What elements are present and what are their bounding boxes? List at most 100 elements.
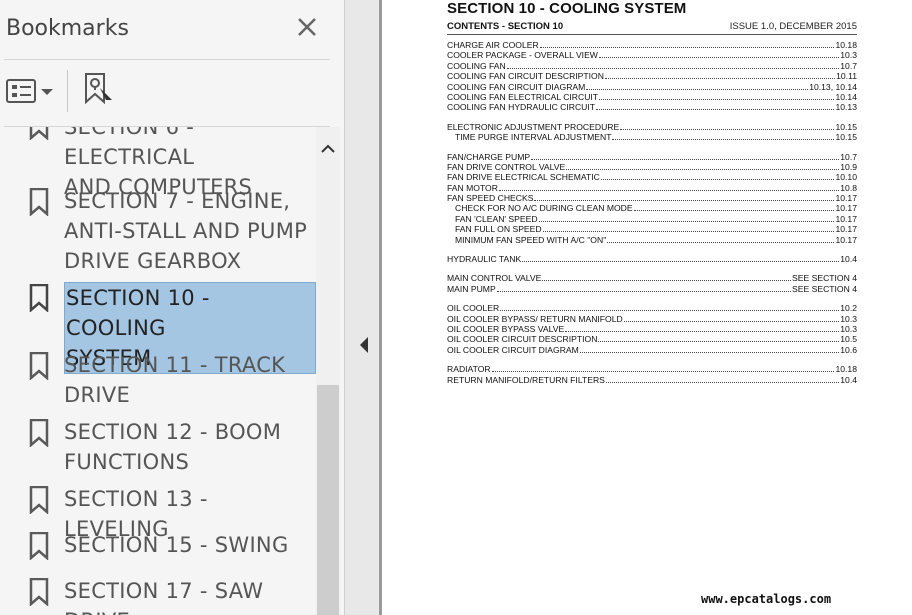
toc-leader-dots [496, 290, 792, 292]
toc-entry-page: 10.17 [835, 224, 857, 235]
toc-group-gap [447, 294, 857, 303]
bookmark-item[interactable]: SECTION 12 - BOOM FUNCTIONS [0, 417, 316, 479]
bookmark-icon [29, 419, 49, 447]
bookmark-scrollbar[interactable] [316, 127, 340, 615]
toc-entry-title: MAIN CONTROL VALVE [447, 273, 542, 284]
new-bookmark-icon [85, 73, 112, 106]
toc-leader-dots [566, 168, 840, 170]
toc-entry-page: 10.4 [840, 374, 857, 385]
chevron-up-icon [321, 144, 335, 153]
new-bookmark-button[interactable] [82, 72, 118, 108]
toc-entry-page: 10.14 [835, 91, 857, 102]
bookmark-list: SECTION 6 - ELECTRICAL AND COMPUTERS SEC… [0, 127, 316, 615]
toc-leader-dots [531, 158, 840, 160]
bookmark-item-selected[interactable]: SECTION 10 - COOLING SYSTEM [0, 282, 316, 374]
toc-entry-title: TIME PURGE INTERVAL ADJUSTMENT [455, 132, 612, 143]
toc-entry-page: 10.2 [840, 303, 857, 314]
bookmark-icon [29, 127, 49, 140]
bookmark-item[interactable]: SECTION 17 - SAW DRIVE [0, 576, 316, 615]
scroll-thumb[interactable] [317, 385, 339, 615]
document-page: SECTION 10 - COOLING SYSTEM CONTENTS - S… [383, 0, 912, 615]
toc-entry-page: 10.9 [840, 161, 857, 172]
toc-entry-title: COOLING FAN [447, 60, 506, 71]
toc-leader-dots [539, 46, 835, 48]
bookmark-label: SECTION 12 - BOOM FUNCTIONS [64, 420, 282, 474]
toc-entry-title: OIL COOLER CIRCUIT DIAGRAM [447, 344, 579, 355]
toc-leader-dots [579, 351, 840, 353]
toc-entry-page: SEE SECTION 4 [792, 273, 857, 284]
bookmark-label: SECTION 17 - SAW DRIVE [64, 579, 264, 615]
toc-leader-dots [607, 241, 835, 243]
bookmark-icon [29, 284, 49, 312]
toc-entry-page: 10.13 [835, 102, 857, 113]
toc-leader-dots [586, 88, 809, 90]
close-panel-button[interactable] [292, 12, 322, 42]
toc-entry-title: FAN FULL ON SPEED [455, 224, 542, 235]
toc-leader-dots [491, 370, 835, 373]
bookmark-item[interactable]: SECTION 11 - TRACK DRIVE [0, 350, 316, 412]
bookmark-icon [29, 188, 49, 216]
collapse-panel-button[interactable] [357, 334, 371, 356]
splitter-edge [379, 0, 382, 615]
toc-entry-page: 10.5 [840, 334, 857, 345]
options-list-icon [6, 79, 53, 103]
toc-entry-title: RETURN MANIFOLD/RETURN FILTERS [447, 374, 605, 385]
bookmark-options-button[interactable] [6, 76, 56, 106]
toc-entry-page: 10.7 [840, 60, 857, 71]
issue-label: ISSUE 1.0, DECEMBER 2015 [729, 21, 857, 32]
toc-leader-dots [598, 340, 840, 343]
scroll-up-button[interactable] [316, 137, 340, 161]
toc-leader-dots [598, 56, 840, 59]
toc-entry: FAN DRIVE CONTROL VALVE 10.9 [447, 162, 857, 172]
toc-entry: FAN FULL ON SPEED 10.17 [447, 224, 857, 234]
toc-entry: OIL COOLER CIRCUIT DIAGRAM 10.6 [447, 345, 857, 355]
close-icon [298, 18, 316, 36]
toc-leader-dots [522, 260, 840, 263]
toc-entry: COOLING FAN HYDRAULIC CIRCUIT 10.13 [447, 102, 857, 112]
toc-entry-title: OIL COOLER BYPASS/ RETURN MANIFOLD [447, 313, 623, 324]
toc-leader-dots [500, 309, 840, 312]
toc-entry: OIL COOLER CIRCUIT DESCRIPTION 10.5 [447, 334, 857, 344]
toc-leader-dots [538, 220, 835, 222]
toc-entry-page: 10.3 [840, 50, 857, 61]
toc-entry-title: RADIATOR [447, 364, 491, 375]
toc-leader-dots [605, 381, 840, 383]
panel-splitter[interactable] [344, 0, 382, 615]
triangle-left-icon [360, 337, 368, 353]
toc-leader-dots [604, 77, 836, 80]
toc-leader-dots [612, 138, 835, 141]
toc-entry: TIME PURGE INTERVAL ADJUSTMENT 10.15 [447, 132, 857, 142]
toc-entry: FAN DRIVE ELECTRICAL SCHEMATIC 10.10 [447, 172, 857, 182]
toc-entry-page: 10.17 [835, 234, 857, 245]
toc-entry: OIL COOLER BYPASS VALVE 10.3 [447, 324, 857, 334]
toc-entry: ELECTRONIC ADJUSTMENT PROCEDURE 10.15 [447, 122, 857, 132]
toc-entry-title: FAN 'CLEAN' SPEED [455, 213, 538, 224]
toc-entry-page: 10.8 [840, 182, 857, 193]
contents-heading: CONTENTS - SECTION 10 [447, 21, 564, 32]
bookmark-icon [29, 578, 49, 606]
toc-entry-page: 10.3 [840, 313, 857, 324]
bookmark-item[interactable]: SECTION 15 - SWING [0, 530, 316, 562]
toc-entry-title: CHARGE AIR COOLER [447, 40, 539, 50]
bookmark-item[interactable]: SECTION 7 - ENGINE, ANTI-STALL AND PUMP … [0, 186, 316, 276]
toc-entry-title: FAN DRIVE CONTROL VALVE [447, 161, 566, 172]
toc-leader-dots [623, 320, 840, 322]
toc-entry-title: CHECK FOR NO A/C DURING CLEAN MODE [455, 203, 633, 214]
toc-entry-title: FAN/CHARGE PUMP [447, 151, 531, 162]
bookmark-label: SECTION 7 - ENGINE, ANTI-STALL AND PUMP … [64, 189, 308, 273]
toc-entry-page: 10.11 [836, 71, 857, 82]
panel-title: Bookmarks [6, 16, 129, 41]
toc-group-gap [447, 264, 857, 273]
toc-entry: COOLING FAN 10.7 [447, 61, 857, 71]
toc-entry: COOLING FAN CIRCUIT DIAGRAM 10.13, 10.14 [447, 82, 857, 92]
toc-group-gap [447, 113, 857, 122]
toc-entry-title: OIL COOLER BYPASS VALVE [447, 323, 565, 334]
toc-leader-dots [542, 230, 835, 233]
bookmark-item[interactable]: SECTION 6 - ELECTRICAL AND COMPUTERS [0, 127, 316, 199]
document-title: SECTION 10 - COOLING SYSTEM [447, 0, 687, 17]
bookmark-item[interactable]: SECTION 13 - LEVELING [0, 484, 316, 541]
toc-entry: RETURN MANIFOLD/RETURN FILTERS 10.4 [447, 375, 857, 385]
toc-entry-page: 10.15 [835, 121, 857, 132]
toc-entry-page: 10.18 [835, 40, 857, 50]
toc-leader-dots [600, 178, 835, 181]
